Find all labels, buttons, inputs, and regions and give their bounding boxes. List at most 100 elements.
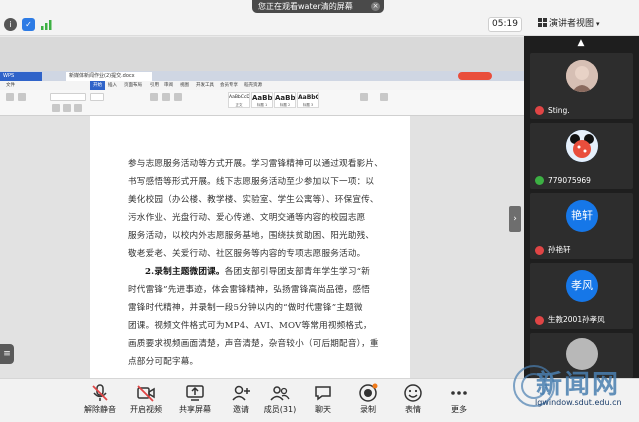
members-button[interactable]: 成员(31)	[258, 383, 302, 419]
chevron-up-icon[interactable]: ▲	[574, 38, 588, 48]
ribbon-tab[interactable]: 页面布局	[124, 81, 142, 90]
participant-tile[interactable]: 孝风 生教2001孙孝风	[530, 263, 633, 329]
style-heading-2[interactable]: AaBb 标题 2	[274, 92, 296, 108]
bold-icon[interactable]	[52, 104, 60, 112]
select-icon[interactable]	[380, 93, 388, 101]
grid-icon	[538, 18, 547, 27]
presenter-view-button[interactable]: 演讲者视图 ▾	[538, 17, 600, 32]
indent-icon[interactable]	[174, 93, 182, 101]
style-label: 正文	[235, 103, 243, 107]
mic-on-icon	[535, 176, 544, 185]
ribbon-tab[interactable]: 会员专享	[220, 81, 238, 90]
document-line: 时代雷锋”先进事迹，体会雷锋精神，弘扬雷锋高尚品德，感悟	[128, 285, 371, 295]
font-name-select[interactable]	[50, 93, 86, 101]
avatar: 孝风	[566, 270, 598, 302]
watermark-url: lgwindow.sdut.edu.cn	[535, 398, 622, 407]
chat-label: 聊天	[315, 405, 331, 414]
find-icon[interactable]	[360, 93, 368, 101]
ribbon-tab[interactable]: 开发工具	[196, 81, 214, 90]
top-bar: 您正在观看water清的屏幕 × i ✓ 05:19 演讲者视图 ▾	[0, 0, 639, 36]
style-heading-3[interactable]: AaBbC 标题 3	[297, 92, 319, 108]
ribbon-tab[interactable]: 文件	[6, 81, 15, 90]
document-line: 污水作业、光盘行动、爱心传递、文明交通等内容的校园志愿	[128, 213, 366, 223]
list-icon[interactable]	[162, 93, 170, 101]
invite-label: 邀请	[233, 405, 249, 414]
underline-icon[interactable]	[74, 104, 82, 112]
style-sample: AaBb	[252, 94, 272, 102]
shield-icon[interactable]: ✓	[22, 18, 35, 31]
participant-name: 779075969	[548, 176, 591, 185]
avatar	[566, 60, 598, 92]
participant-tile[interactable]: 779075969	[530, 123, 633, 189]
participant-tile[interactable]: 艳轩 孙艳轩	[530, 193, 633, 259]
bold-lead: 2.录制主题微团课。	[145, 267, 225, 277]
avatar: 艳轩	[566, 200, 598, 232]
ribbon-tab[interactable]: 插入	[108, 81, 117, 90]
style-heading-1[interactable]: AaBb 标题 1	[251, 92, 273, 108]
style-sample: AaBbC	[298, 94, 318, 101]
signal-icon[interactable]	[40, 18, 53, 31]
ribbon-tab[interactable]: 视图	[180, 81, 189, 90]
document-line: 雷锋时代精神，并录制一段5分钟以内的“做时代雷锋”主题微	[128, 303, 363, 313]
document-line: 2.录制主题微团课。各团支部引导团支部青年学生学习“新	[145, 265, 370, 277]
start-video-label: 开启视频	[130, 405, 162, 414]
italic-icon[interactable]	[63, 104, 71, 112]
participant-tile[interactable]: Sting.	[530, 53, 633, 119]
document-line: 书写感悟等形式开展。线下志愿服务活动至少参加以下一项：以	[128, 177, 375, 187]
members-label: 成员(31)	[263, 405, 297, 414]
document-line: 点部分可配字幕。	[128, 357, 199, 367]
record-button[interactable]: 录制	[346, 383, 390, 419]
unmute-label: 解除静音	[84, 405, 116, 414]
start-video-button[interactable]: 开启视频	[124, 383, 168, 419]
user-badge[interactable]	[458, 72, 492, 80]
unmute-button[interactable]: 解除静音	[78, 383, 122, 419]
chat-button[interactable]: 聊天	[301, 383, 345, 419]
tab-document[interactable]: 新媒体新闻作业(2)提交.docx	[66, 72, 152, 81]
mic-muted-icon	[535, 316, 544, 325]
meeting-timer: 05:19	[488, 17, 522, 32]
align-icon[interactable]	[150, 93, 158, 101]
add-user-icon	[231, 383, 251, 403]
list-icon[interactable]: ≡	[0, 344, 14, 364]
font-size-select[interactable]	[90, 93, 104, 101]
mic-muted-icon	[535, 106, 544, 115]
chevron-right-icon[interactable]: ›	[509, 206, 521, 232]
more-button[interactable]: 更多	[437, 383, 481, 419]
share-screen-button[interactable]: 共享屏幕	[173, 383, 217, 419]
reactions-button[interactable]: 表情	[391, 383, 435, 419]
mic-muted-icon	[90, 383, 110, 403]
participant-name: 孙艳轩	[548, 245, 571, 254]
more-label: 更多	[451, 405, 467, 414]
document-line: 敬老爱老、关爱行动、社区服务等内容的专项志愿服务活动。	[128, 249, 366, 259]
style-label: 标题 3	[302, 103, 314, 107]
ribbon-tab[interactable]: 引用	[150, 81, 159, 90]
ribbon-tab[interactable]: 稻壳资源	[244, 81, 262, 90]
window-tabs: WPS 新媒体新闻作业(2)提交.docx	[0, 71, 524, 81]
share-screen-label: 共享屏幕	[179, 405, 211, 414]
paste-icon[interactable]	[6, 93, 14, 101]
style-sample: AaBbCcDd	[229, 95, 249, 100]
document-line: 服务活动，以校内外志愿服务基地，围绕扶贫助困、阳光助残、	[128, 231, 375, 241]
invite-button[interactable]: 邀请	[219, 383, 263, 419]
close-icon[interactable]: ×	[371, 2, 380, 11]
mic-muted-icon	[535, 246, 544, 255]
info-icon[interactable]: i	[4, 18, 17, 31]
tab-wps[interactable]: WPS	[0, 72, 42, 81]
record-label: 录制	[360, 405, 376, 414]
document-line: 团课。视频文件格式可为MP4、AVI、MOV等常用视频格式，	[128, 321, 372, 331]
chat-icon	[313, 383, 333, 403]
ribbon-tab[interactable]: 开始	[90, 81, 105, 90]
ribbon-toolbar: AaBbCcDd 正文 AaBb 标题 1 AaBb 标题 2 AaBbC 标题…	[0, 90, 524, 116]
participant-name: 生教2001孙孝风	[548, 315, 605, 324]
style-normal[interactable]: AaBbCcDd 正文	[228, 92, 250, 108]
ribbon-tab[interactable]: 审阅	[164, 81, 173, 90]
cut-icon[interactable]	[18, 93, 26, 101]
screen-share-notice: 您正在观看water清的屏幕 ×	[252, 0, 384, 13]
watermark-text: 新闻网	[536, 370, 621, 400]
emoji-icon	[403, 383, 423, 403]
record-icon	[358, 383, 378, 403]
shared-screen: WPS 新媒体新闻作业(2)提交.docx 文件 开始 插入 页面布局 引用 审…	[0, 37, 524, 401]
participant-name: Sting.	[548, 106, 570, 115]
document-line-text: 各团支部引导团支部青年学生学习“新	[224, 267, 371, 277]
camera-off-icon	[136, 383, 156, 403]
